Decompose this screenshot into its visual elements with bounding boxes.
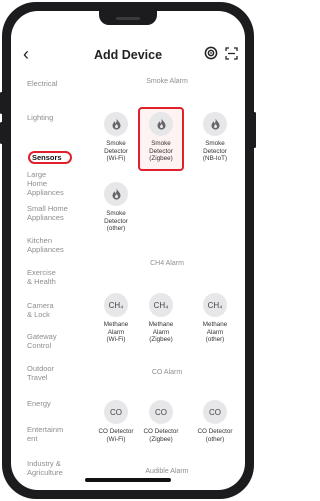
category-electrical[interactable]: Electrical — [27, 79, 57, 88]
flame-icon — [104, 112, 128, 136]
device-label: Methane Alarm (Zigbee) — [148, 321, 174, 343]
category-kitchen-appliances[interactable]: Kitchen Appliances — [27, 236, 64, 254]
flame-icon — [203, 112, 227, 136]
target-icon[interactable] — [204, 46, 218, 60]
speaker — [116, 17, 140, 20]
category-entertainment[interactable]: Entertainm ent — [27, 425, 63, 443]
device-label: Smoke Detector (other) — [104, 210, 128, 232]
device-smoke-detector-zigbee[interactable]: Smoke Detector (Zigbee) — [137, 112, 185, 163]
methane-icon: CH₄ — [149, 293, 173, 317]
device-label: Smoke Detector (Wi-Fi) — [104, 140, 128, 162]
flame-icon — [149, 112, 173, 136]
phone-frame: ‹ Add Device Electrical Lighting Sensors… — [0, 2, 256, 499]
co-icon: CO — [149, 400, 173, 424]
device-smoke-detector-other[interactable]: Smoke Detector (other) — [92, 182, 140, 233]
device-label: CO Detector (other) — [197, 428, 233, 443]
device-label: Smoke Detector (NB-IoT) — [202, 140, 228, 162]
category-sensors[interactable]: Sensors — [32, 153, 62, 162]
methane-icon: CH₄ — [104, 293, 128, 317]
flame-icon — [104, 182, 128, 206]
volume-button — [0, 122, 3, 144]
category-large-home-appliances[interactable]: Large Home Appliances — [27, 170, 64, 197]
device-co-detector-wifi[interactable]: CO CO Detector (Wi-Fi) — [92, 400, 140, 443]
device-methane-alarm-zigbee[interactable]: CH₄ Methane Alarm (Zigbee) — [137, 293, 185, 344]
category-camera-lock[interactable]: Camera & Lock — [27, 301, 54, 319]
device-methane-alarm-other[interactable]: CH₄ Methane Alarm (other) — [191, 293, 239, 344]
section-title-ch4-alarm: CH4 Alarm — [150, 260, 184, 267]
volume-button — [0, 92, 3, 114]
methane-icon: CH₄ — [203, 293, 227, 317]
category-lighting[interactable]: Lighting — [27, 113, 53, 122]
category-outdoor-travel[interactable]: Outdoor Travel — [27, 364, 54, 382]
device-label: Methane Alarm (other) — [202, 321, 228, 343]
category-small-home-appliances[interactable]: Small Home Appliances — [27, 204, 68, 222]
device-label: CO Detector (Wi-Fi) — [98, 428, 134, 443]
device-smoke-detector-wifi[interactable]: Smoke Detector (Wi-Fi) — [92, 112, 140, 163]
category-industry-agriculture[interactable]: Industry & Agriculture — [27, 459, 63, 477]
co-icon: CO — [203, 400, 227, 424]
device-label: Smoke Detector (Zigbee) — [149, 140, 173, 162]
device-label: CO Detector (Zigbee) — [143, 428, 179, 443]
device-smoke-detector-nbiot[interactable]: Smoke Detector (NB-IoT) — [191, 112, 239, 163]
co-icon: CO — [104, 400, 128, 424]
section-title-smoke-alarm: Smoke Alarm — [146, 78, 188, 85]
device-label: Methane Alarm (Wi-Fi) — [103, 321, 129, 343]
notch — [99, 11, 157, 25]
category-exercise-health[interactable]: Exercise & Health — [27, 268, 56, 286]
device-co-detector-other[interactable]: CO CO Detector (other) — [191, 400, 239, 443]
app-screen: ‹ Add Device Electrical Lighting Sensors… — [11, 11, 245, 490]
section-title-audible-alarm: Audible Alarm — [145, 468, 189, 475]
nav-bar: ‹ Add Device — [11, 43, 245, 69]
status-bar — [11, 11, 245, 41]
device-methane-alarm-wifi[interactable]: CH₄ Methane Alarm (Wi-Fi) — [92, 293, 140, 344]
section-title-co-alarm: CO Alarm — [151, 369, 183, 376]
category-gateway-control[interactable]: Gateway Control — [27, 332, 57, 350]
power-button — [253, 112, 256, 148]
device-co-detector-zigbee[interactable]: CO CO Detector (Zigbee) — [137, 400, 185, 443]
category-energy[interactable]: Energy — [27, 399, 51, 408]
home-indicator[interactable] — [85, 478, 171, 482]
scan-icon[interactable] — [225, 47, 238, 60]
